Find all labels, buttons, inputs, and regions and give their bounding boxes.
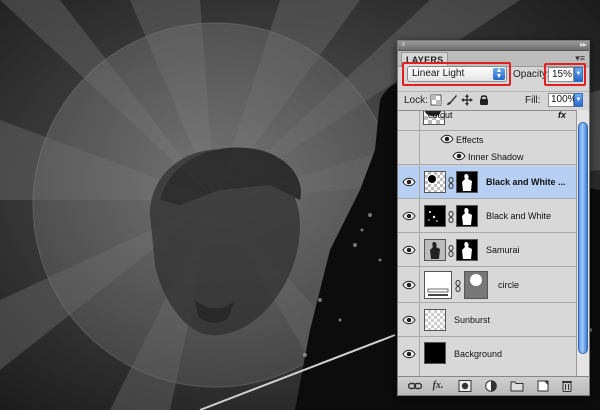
lock-icon[interactable] bbox=[478, 94, 490, 106]
eye-icon[interactable] bbox=[402, 177, 416, 187]
layer-row-background[interactable]: Background bbox=[398, 337, 576, 376]
layer-row-cutout[interactable]: cutout fx bbox=[398, 111, 576, 131]
link-icon[interactable] bbox=[408, 380, 422, 392]
layer-row-black-and-white-copy[interactable]: Black and White ... bbox=[398, 166, 576, 199]
eye-icon[interactable] bbox=[402, 315, 416, 325]
opacity-dropdown-button[interactable]: ▼ bbox=[574, 67, 583, 82]
fx-icon[interactable]: fx. bbox=[431, 380, 445, 392]
fill-label: Fill: bbox=[525, 95, 541, 106]
layers-panel: × ▸▸ LAYERS ▾≡ Linear Light ▲ ▼ Opacity: … bbox=[397, 40, 590, 396]
chain-link-icon[interactable] bbox=[448, 177, 454, 189]
layer-row-circle[interactable]: circle bbox=[398, 267, 576, 303]
layer-name: Sunburst bbox=[454, 315, 491, 325]
layer-name: Inner Shadow bbox=[468, 152, 524, 162]
layers-scrollbar[interactable] bbox=[576, 110, 589, 376]
layer-name: Black and White ... bbox=[486, 177, 566, 187]
layer-row-sunburst[interactable]: Sunburst bbox=[398, 303, 576, 337]
mask-thumbnail[interactable] bbox=[456, 171, 478, 193]
adjustment-icon[interactable] bbox=[484, 380, 498, 392]
eye-icon[interactable] bbox=[402, 349, 416, 359]
opacity-input[interactable]: 15% bbox=[548, 67, 574, 82]
layer-name: circle bbox=[498, 280, 520, 290]
inner-shadow-row[interactable]: Inner Shadow bbox=[398, 148, 576, 165]
close-icon[interactable]: × bbox=[401, 40, 406, 50]
layers-list: cutout fx Effects Inner Shadow Black and… bbox=[398, 110, 576, 376]
mask-thumbnail[interactable] bbox=[456, 239, 478, 261]
vector-mask-thumbnail[interactable] bbox=[464, 271, 488, 299]
layer-row-samurai[interactable]: Samurai bbox=[398, 233, 576, 267]
collapse-icon[interactable]: ▸▸ bbox=[580, 40, 587, 50]
fill-dropdown-button[interactable]: ▼ bbox=[574, 93, 583, 107]
layer-thumbnail bbox=[424, 205, 446, 227]
brush-icon[interactable] bbox=[446, 94, 458, 106]
chevron-updown-icon: ▲ ▼ bbox=[493, 67, 505, 80]
layer-row-black-and-white[interactable]: Black and White bbox=[398, 199, 576, 233]
mask-thumbnail[interactable] bbox=[456, 205, 478, 227]
eye-column bbox=[398, 148, 420, 164]
lock-transparent-icon[interactable] bbox=[430, 94, 442, 106]
layer-thumbnail bbox=[424, 271, 452, 299]
effects-row[interactable]: Effects bbox=[398, 131, 576, 148]
layer-thumbnail bbox=[424, 342, 446, 364]
eye-icon[interactable] bbox=[440, 134, 454, 144]
layer-name: Background bbox=[454, 349, 503, 359]
eye-column bbox=[398, 111, 420, 130]
fx-icon: fx bbox=[558, 110, 567, 120]
eye-icon[interactable] bbox=[402, 280, 416, 290]
eye-icon[interactable] bbox=[402, 211, 416, 221]
mask-icon[interactable] bbox=[458, 380, 472, 392]
lock-label: Lock: bbox=[404, 95, 428, 106]
panel-titlebar[interactable]: × ▸▸ bbox=[398, 40, 589, 51]
eye-icon[interactable] bbox=[402, 245, 416, 255]
eye-column bbox=[398, 131, 420, 148]
scrollbar-thumb[interactable] bbox=[578, 122, 588, 354]
layer-name: Black and White bbox=[486, 211, 552, 221]
blend-mode-select[interactable]: Linear Light ▲ ▼ bbox=[407, 66, 507, 82]
chain-link-icon[interactable] bbox=[455, 280, 461, 292]
adjustment-thumbnail[interactable] bbox=[424, 171, 446, 193]
new-layer-icon[interactable] bbox=[536, 380, 550, 392]
chain-link-icon[interactable] bbox=[448, 211, 454, 223]
eye-icon[interactable] bbox=[452, 151, 466, 161]
layer-name: cutout bbox=[428, 110, 453, 120]
trash-icon[interactable] bbox=[560, 380, 574, 392]
chain-link-icon[interactable] bbox=[448, 245, 454, 257]
blend-mode-value: Linear Light bbox=[412, 68, 465, 79]
layer-name: Effects bbox=[456, 135, 484, 145]
group-icon[interactable] bbox=[510, 380, 524, 392]
layers-toolbar: fx. bbox=[398, 376, 589, 395]
layer-thumbnail bbox=[424, 239, 446, 261]
move-icon[interactable] bbox=[461, 94, 473, 106]
layer-thumbnail bbox=[424, 309, 446, 331]
fill-input[interactable]: 100% bbox=[548, 93, 577, 107]
layer-name: Samurai bbox=[486, 245, 520, 255]
